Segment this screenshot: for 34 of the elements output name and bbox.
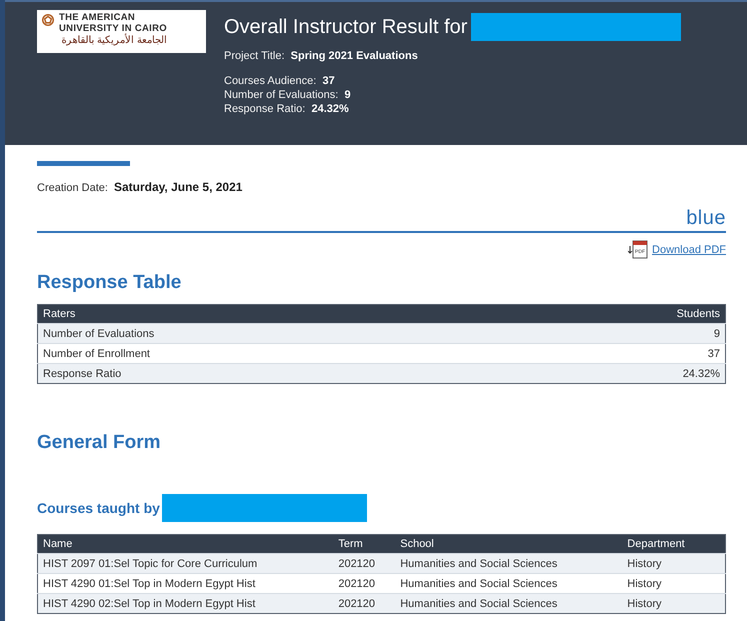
column-header: School	[395, 534, 622, 554]
table-cell: Response Ratio	[38, 364, 514, 384]
report-title: Overall Instructor Result for	[224, 16, 468, 38]
column-header: Raters	[38, 304, 514, 324]
table-cell: HIST 2097 01:Sel Topic for Core Curriculum	[38, 554, 334, 574]
column-header: Term	[333, 534, 396, 554]
table-cell: 202120	[333, 554, 396, 574]
table-cell: Number of Evaluations	[38, 324, 514, 344]
table-cell: 202120	[333, 594, 396, 614]
courses-heading: Courses taught by	[37, 500, 160, 516]
section-heading: Response Table	[37, 272, 182, 294]
table-cell: History	[622, 554, 726, 574]
table-cell: 24.32%	[514, 364, 726, 384]
stat-line: Number of Evaluations: 9	[224, 88, 352, 102]
column-header: Name	[38, 534, 334, 554]
logo-text: THE AMERICAN	[59, 12, 136, 23]
download-pdf-link[interactable]: Download PDF	[652, 244, 726, 256]
table-cell: Humanities and Social Sciences	[395, 554, 622, 574]
section-heading: General Form	[37, 432, 162, 454]
table-cell: 9	[514, 324, 726, 344]
creation-date: Saturday, June 5, 2021	[114, 180, 242, 194]
stat-line: Courses Audience: 37	[224, 74, 336, 88]
logo-text: UNIVERSITY IN CAIRO	[59, 23, 167, 34]
stat-line: Response Ratio: 24.32%	[224, 102, 350, 116]
project-title: Project Title: Spring 2021 Evaluations	[224, 49, 419, 63]
table-cell: History	[622, 594, 726, 614]
logo-arabic-text: الجامعة الأمريكية بالقاهرة	[60, 34, 167, 47]
table-cell: Humanities and Social Sciences	[395, 594, 622, 614]
brand-logo: blue	[686, 208, 726, 228]
column-header: Students	[514, 304, 726, 324]
creation-date-label: Creation Date:	[37, 182, 108, 194]
table-cell: HIST 4290 02:Sel Top in Modern Egypt Hist	[38, 594, 334, 614]
column-header: Department	[622, 534, 726, 554]
emblem-icon	[41, 13, 55, 27]
